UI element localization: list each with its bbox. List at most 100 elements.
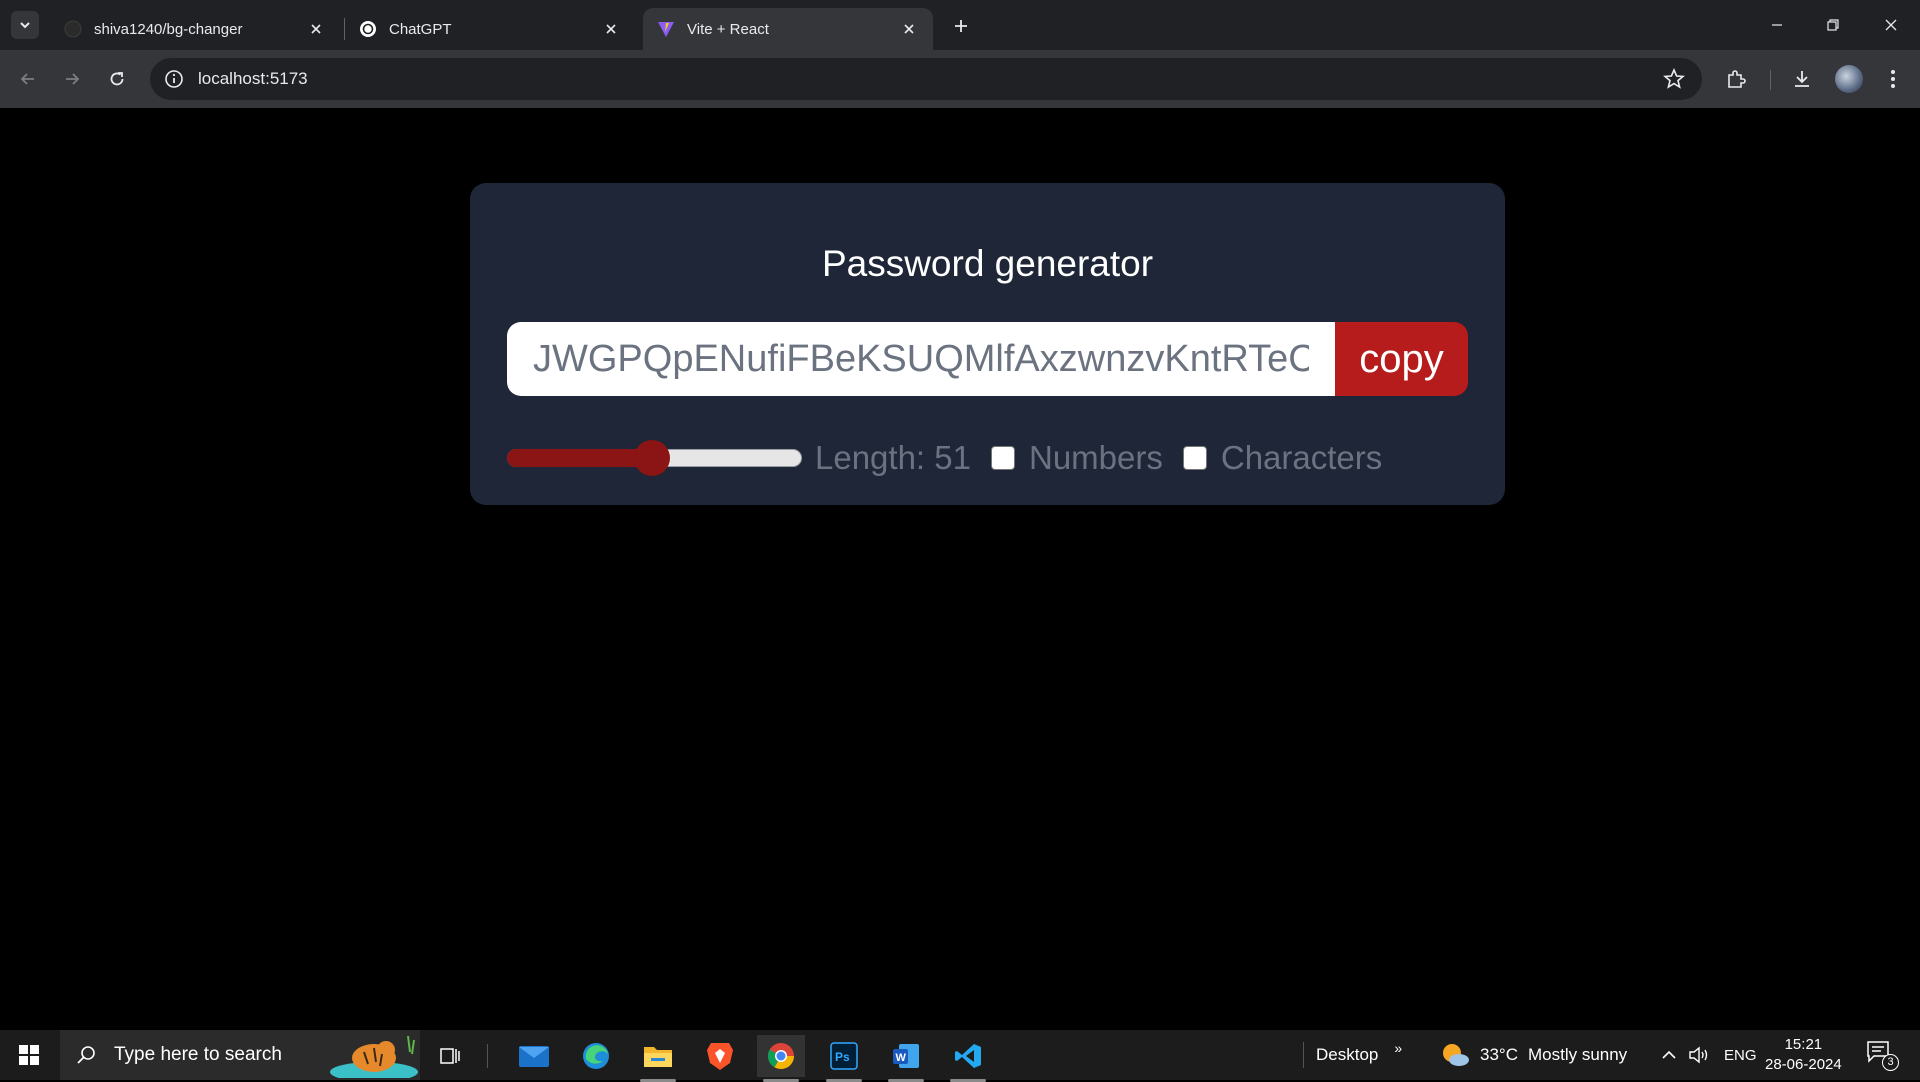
chevron-icon[interactable]: » (1394, 1040, 1402, 1056)
notifications-button[interactable]: 3 (1866, 1040, 1900, 1072)
restore-button[interactable] (1820, 12, 1846, 38)
chevron-up-icon[interactable] (1660, 1046, 1678, 1064)
desktop-label: Desktop (1316, 1045, 1379, 1064)
url-text[interactable]: localhost:5173 (198, 69, 308, 89)
brave-icon (707, 1043, 733, 1070)
clock[interactable]: 15:21 28-06-2024 (1765, 1035, 1842, 1075)
numbers-label: Numbers (1028, 439, 1163, 476)
partly-sunny-icon (1443, 1044, 1469, 1066)
close-icon[interactable] (899, 19, 919, 39)
vite-icon (657, 20, 675, 38)
info-icon (165, 70, 183, 88)
speaker-icon[interactable] (1688, 1045, 1710, 1065)
taskbar-divider (487, 1044, 488, 1068)
folder-icon (644, 1047, 672, 1067)
chrome-app[interactable] (757, 1035, 805, 1082)
tab-chatgpt[interactable]: ChatGPT (345, 8, 635, 50)
password-generator-card: Password generator copy Length: 51 Numbe… (470, 183, 1505, 505)
password-input[interactable] (507, 322, 1335, 396)
download-icon (1795, 71, 1809, 87)
vscode-icon (955, 1044, 981, 1068)
bookmark-star-icon[interactable] (1662, 67, 1686, 91)
forward-button[interactable] (58, 65, 86, 93)
start-button[interactable] (0, 1030, 58, 1080)
back-button[interactable] (14, 65, 42, 93)
chatgpt-icon (359, 20, 377, 38)
close-icon[interactable] (306, 19, 326, 39)
characters-checkbox[interactable] (1182, 446, 1207, 470)
plus-icon (955, 20, 967, 32)
mail-app[interactable] (510, 1035, 558, 1077)
close-icon (1885, 19, 1897, 31)
tab-title: ChatGPT (389, 20, 452, 38)
notification-badge: 3 (1882, 1054, 1899, 1071)
downloads-button[interactable] (1788, 65, 1816, 93)
edge-icon (583, 1043, 609, 1069)
close-icon[interactable] (601, 19, 621, 39)
search-icon (77, 1046, 95, 1064)
new-tab-button[interactable] (948, 13, 974, 39)
weather-widget[interactable]: 33°C Mostly sunny (1440, 1030, 1627, 1080)
clock-date: 28-06-2024 (1765, 1056, 1842, 1073)
minimize-icon (1772, 24, 1782, 26)
password-field-group: copy (507, 322, 1468, 396)
slider-fill (507, 449, 652, 467)
svg-text:Ps: Ps (835, 1050, 850, 1064)
photoshop-app[interactable]: Ps (820, 1035, 868, 1082)
arrow-right-icon (66, 73, 80, 85)
address-bar[interactable]: localhost:5173 (150, 58, 1702, 100)
photoshop-icon: Ps (830, 1042, 858, 1070)
kebab-menu-icon (1891, 70, 1895, 88)
taskbar-divider (1303, 1042, 1304, 1068)
reload-button[interactable] (103, 65, 131, 93)
windows-logo-icon (19, 1045, 39, 1065)
task-view-icon (440, 1048, 460, 1064)
vscode-app[interactable] (944, 1035, 992, 1082)
tab-bg-changer[interactable]: shiva1240/bg-changer (50, 8, 340, 50)
length-label: Length: 51 (815, 439, 971, 476)
weather-temp: 33°C (1480, 1045, 1518, 1064)
minimize-button[interactable] (1764, 12, 1790, 38)
github-icon (64, 20, 82, 38)
puzzle-icon (1728, 70, 1746, 88)
edge-app[interactable] (572, 1035, 620, 1077)
extensions-button[interactable] (1722, 65, 1750, 93)
length-slider[interactable] (507, 440, 802, 476)
tab-search-button[interactable] (11, 11, 39, 39)
svg-text:W: W (896, 1052, 907, 1064)
reload-icon (110, 72, 124, 86)
menu-button[interactable] (1879, 65, 1907, 93)
chevron-down-icon (20, 22, 30, 29)
characters-label: Characters (1220, 439, 1383, 476)
tab-title: shiva1240/bg-changer (94, 20, 243, 38)
mail-icon (519, 1046, 549, 1067)
task-view-button[interactable] (426, 1035, 474, 1077)
tab-vite-react[interactable]: Vite + React (643, 8, 933, 50)
slider-thumb[interactable] (633, 440, 670, 476)
profile-avatar[interactable] (1835, 65, 1863, 93)
word-icon: W (893, 1044, 919, 1068)
taskbar-search-box[interactable]: Type here to search (60, 1030, 420, 1080)
search-placeholder: Type here to search (114, 1044, 282, 1065)
weather-text: Mostly sunny (1527, 1045, 1628, 1064)
desktop-toolbar[interactable]: Desktop » (1316, 1030, 1402, 1080)
language-indicator[interactable]: ENG (1724, 1047, 1757, 1064)
copy-button[interactable]: copy (1335, 322, 1468, 396)
windows-taskbar: Type here to search Ps W Desktop » 33°C … (0, 1030, 1920, 1082)
browser-tab-bar: shiva1240/bg-changer ChatGPT Vite + Reac… (0, 0, 1920, 50)
file-explorer-app[interactable] (634, 1035, 682, 1082)
page-content: Password generator copy Length: 51 Numbe… (0, 108, 1920, 1030)
word-app[interactable]: W (882, 1035, 930, 1082)
clock-time: 15:21 (1784, 1036, 1823, 1053)
close-window-button[interactable] (1878, 12, 1904, 38)
restore-icon (1827, 19, 1839, 31)
chrome-icon (767, 1043, 795, 1070)
toolbar-divider (1770, 70, 1771, 90)
options-row: Length: 51 Numbers Characters (507, 438, 1382, 478)
search-highlight-tiger-icon (330, 1035, 418, 1078)
arrow-left-icon (20, 73, 34, 85)
brave-app[interactable] (696, 1035, 744, 1077)
numbers-checkbox[interactable] (990, 446, 1015, 470)
tab-title: Vite + React (687, 20, 769, 38)
page-title: Password generator (821, 243, 1154, 284)
